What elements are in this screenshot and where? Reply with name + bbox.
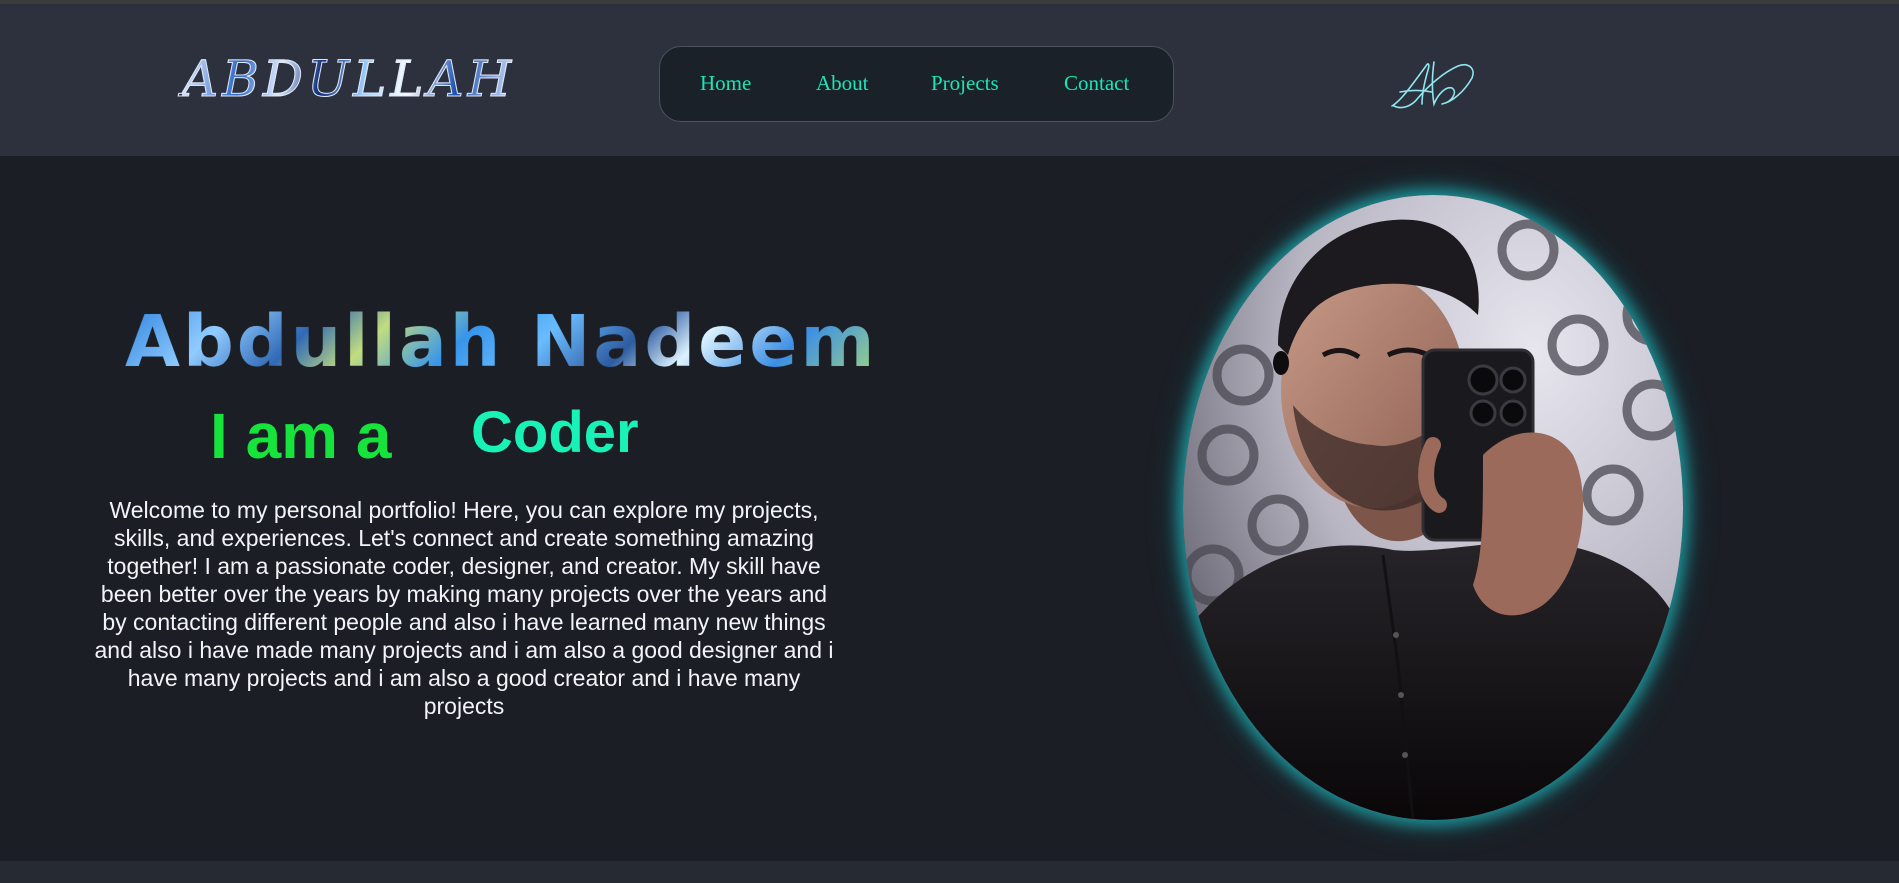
- nav-link-home[interactable]: Home: [700, 73, 751, 94]
- footer-strip: [0, 861, 1899, 883]
- hero-intro-text: Welcome to my personal portfolio! Here, …: [94, 497, 834, 719]
- main-nav: Home About Projects Contact: [659, 46, 1174, 122]
- signature-logo[interactable]: Ab: [1388, 52, 1476, 112]
- hero-role-typed: Coder: [471, 400, 639, 465]
- site-header: ABDULLAH Home About Projects Contact Ab: [0, 4, 1899, 156]
- nav-link-contact[interactable]: Contact: [1064, 73, 1129, 94]
- site-logo[interactable]: ABDULLAH: [181, 54, 515, 105]
- profile-photo-illustration: [1183, 195, 1683, 820]
- profile-photo: [1183, 195, 1683, 820]
- nav-link-projects[interactable]: Projects: [931, 73, 999, 94]
- hero-name: Abdullah Nadeem: [125, 300, 878, 383]
- nav-link-about[interactable]: About: [816, 73, 869, 94]
- hero-prefix: I am a: [210, 400, 392, 472]
